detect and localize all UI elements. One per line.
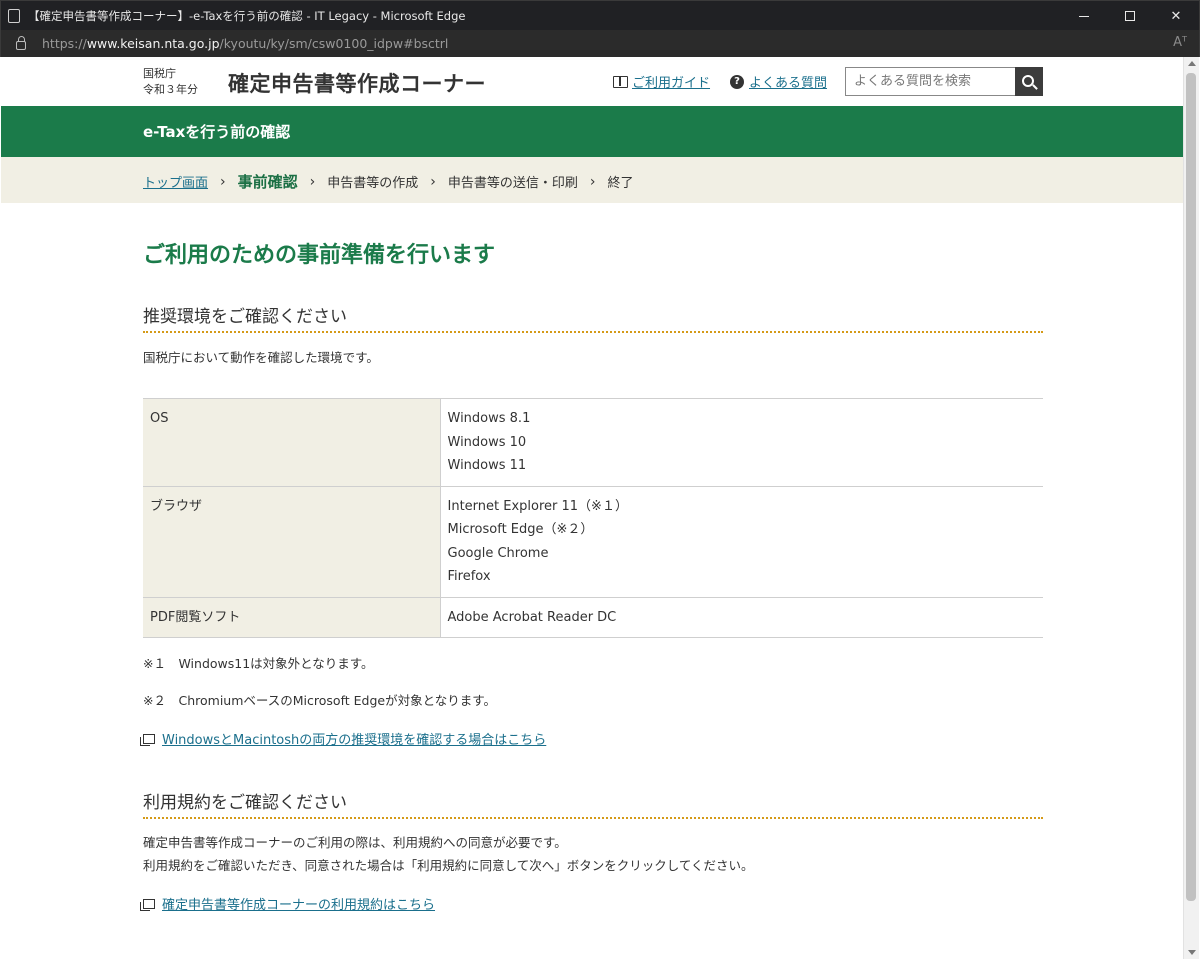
agency-block: 国税庁 令和３年分 xyxy=(143,66,198,98)
breadcrumb-step: 申告書等の作成 xyxy=(327,176,419,191)
minimize-button[interactable] xyxy=(1061,1,1107,31)
breadcrumb-home-link[interactable]: トップ画面 xyxy=(143,172,208,191)
environment-intro: 国税庁において動作を確認した環境です。 xyxy=(143,350,379,365)
book-icon xyxy=(613,75,628,88)
url-text[interactable]: https://www.keisan.nta.go.jp/kyoutu/ky/s… xyxy=(42,36,448,51)
scroll-down-icon[interactable] xyxy=(1188,950,1196,955)
environment-details-link[interactable]: WindowsとMacintoshの両方の推奨環境を確認する場合はこちら xyxy=(140,729,547,748)
chevron-right-icon: › xyxy=(309,173,316,190)
page-title: ご利用のための事前準備を行います xyxy=(143,243,496,268)
tax-year: 令和３年分 xyxy=(143,83,198,96)
section-band: e-Taxを行う前の確認 xyxy=(1,106,1183,157)
table-row: ブラウザ Internet Explorer 11（※１） Microsoft … xyxy=(143,485,1043,598)
row-label: ブラウザ xyxy=(143,485,441,598)
minimize-icon xyxy=(1079,15,1089,17)
site-title[interactable]: 確定申告書等作成コーナー xyxy=(228,68,486,98)
chevron-right-icon: › xyxy=(220,173,226,190)
faq-link-label: よくある質問 xyxy=(749,76,828,91)
terms-link-label: 確定申告書等作成コーナーの利用規約はこちら xyxy=(162,898,436,913)
section-heading-terms: 利用規約をご確認ください xyxy=(143,788,1043,819)
read-aloud-icon[interactable]: Aᵀ xyxy=(1173,35,1187,50)
scrollbar-thumb[interactable] xyxy=(1186,73,1196,901)
chevron-right-icon: › xyxy=(589,173,596,190)
guide-link-label: ご利用ガイド xyxy=(632,76,711,91)
window-controls: ✕ xyxy=(1061,1,1199,31)
scroll-up-icon[interactable] xyxy=(1188,61,1196,66)
table-row: OS Windows 8.1 Windows 10 Windows 11 xyxy=(143,398,1043,487)
browser-value: Microsoft Edge（※２） xyxy=(447,522,594,537)
terms-text-2: 利用規約をご確認いただき、同意された場合は「利用規約に同意して次へ」ボタンをクリ… xyxy=(143,858,754,873)
site-header: 国税庁 令和３年分 確定申告書等作成コーナー ご利用ガイド ? よくある質問 xyxy=(1,57,1183,106)
question-icon: ? xyxy=(730,74,744,89)
page-viewport: 国税庁 令和３年分 確定申告書等作成コーナー ご利用ガイド ? よくある質問 e… xyxy=(1,57,1183,959)
row-label: PDF閲覧ソフト xyxy=(143,596,441,638)
external-window-icon xyxy=(140,733,155,746)
footnote-2: ※２ ChromiumベースのMicrosoft Edgeが対象となります。 xyxy=(143,693,496,708)
breadcrumb-row: トップ画面 › 事前確認 › 申告書等の作成 › 申告書等の送信・印刷 › 終了 xyxy=(143,171,634,192)
os-value: Windows 11 xyxy=(447,458,527,473)
environment-details-link-label: WindowsとMacintoshの両方の推奨環境を確認する場合はこちら xyxy=(162,733,547,748)
band-title: e-Taxを行う前の確認 xyxy=(143,123,291,141)
pdf-value: Adobe Acrobat Reader DC xyxy=(447,609,617,625)
agency-name: 国税庁 xyxy=(143,67,176,80)
maximize-icon xyxy=(1125,11,1135,21)
browser-value: Firefox xyxy=(447,569,491,584)
breadcrumb-step: 申告書等の送信・印刷 xyxy=(447,176,578,191)
faq-link[interactable]: ? よくある質問 xyxy=(730,72,827,91)
breadcrumb-step: 終了 xyxy=(607,176,634,191)
url-scheme: https:// xyxy=(42,36,87,51)
vertical-scrollbar[interactable] xyxy=(1183,57,1199,959)
search-button[interactable] xyxy=(1015,67,1043,96)
row-label: OS xyxy=(143,398,441,487)
footnote-1: ※１ Windows11は対象外となります。 xyxy=(143,656,374,671)
maximize-button[interactable] xyxy=(1107,1,1153,31)
terms-link[interactable]: 確定申告書等作成コーナーの利用規約はこちら xyxy=(140,894,436,913)
breadcrumb: トップ画面 › 事前確認 › 申告書等の作成 › 申告書等の送信・印刷 › 終了 xyxy=(1,157,1183,203)
guide-link[interactable]: ご利用ガイド xyxy=(613,72,710,91)
address-bar[interactable]: https://www.keisan.nta.go.jp/kyoutu/ky/s… xyxy=(0,30,1200,57)
os-value: Windows 8.1 xyxy=(447,411,531,426)
row-values: Windows 8.1 Windows 10 Windows 11 xyxy=(440,398,1043,487)
url-path: /kyoutu/ky/sm/csw0100_idpw#bsctrl xyxy=(219,36,449,51)
url-host: www.keisan.nta.go.jp xyxy=(86,36,220,51)
browser-value: Google Chrome xyxy=(447,545,549,561)
window-title: 【確定申告書等作成コーナー】-e-Taxを行う前の確認 - IT Legacy … xyxy=(28,8,466,23)
terms-text-1: 確定申告書等作成コーナーのご利用の際は、利用規約への同意が必要です。 xyxy=(143,835,567,850)
window-titlebar: 【確定申告書等作成コーナー】-e-Taxを行う前の確認 - IT Legacy … xyxy=(0,0,1200,30)
row-values: Internet Explorer 11（※１） Microsoft Edge（… xyxy=(440,485,1043,598)
search-icon xyxy=(1022,74,1034,87)
environment-table: OS Windows 8.1 Windows 10 Windows 11 ブラウ… xyxy=(143,398,1043,638)
table-row: PDF閲覧ソフト Adobe Acrobat Reader DC xyxy=(143,596,1043,638)
breadcrumb-current: 事前確認 xyxy=(237,173,298,191)
faq-search-input[interactable] xyxy=(845,67,1015,96)
external-window-icon xyxy=(140,898,155,911)
lock-icon[interactable] xyxy=(16,36,26,50)
browser-value: Internet Explorer 11（※１） xyxy=(447,498,628,514)
close-button[interactable]: ✕ xyxy=(1153,1,1199,31)
page-icon xyxy=(8,8,20,23)
faq-search xyxy=(845,67,1043,96)
section-heading-environment: 推奨環境をご確認ください xyxy=(143,302,1043,333)
os-value: Windows 10 xyxy=(447,434,527,450)
row-values: Adobe Acrobat Reader DC xyxy=(440,596,1043,638)
chevron-right-icon: › xyxy=(430,173,436,190)
close-icon: ✕ xyxy=(1170,8,1182,24)
